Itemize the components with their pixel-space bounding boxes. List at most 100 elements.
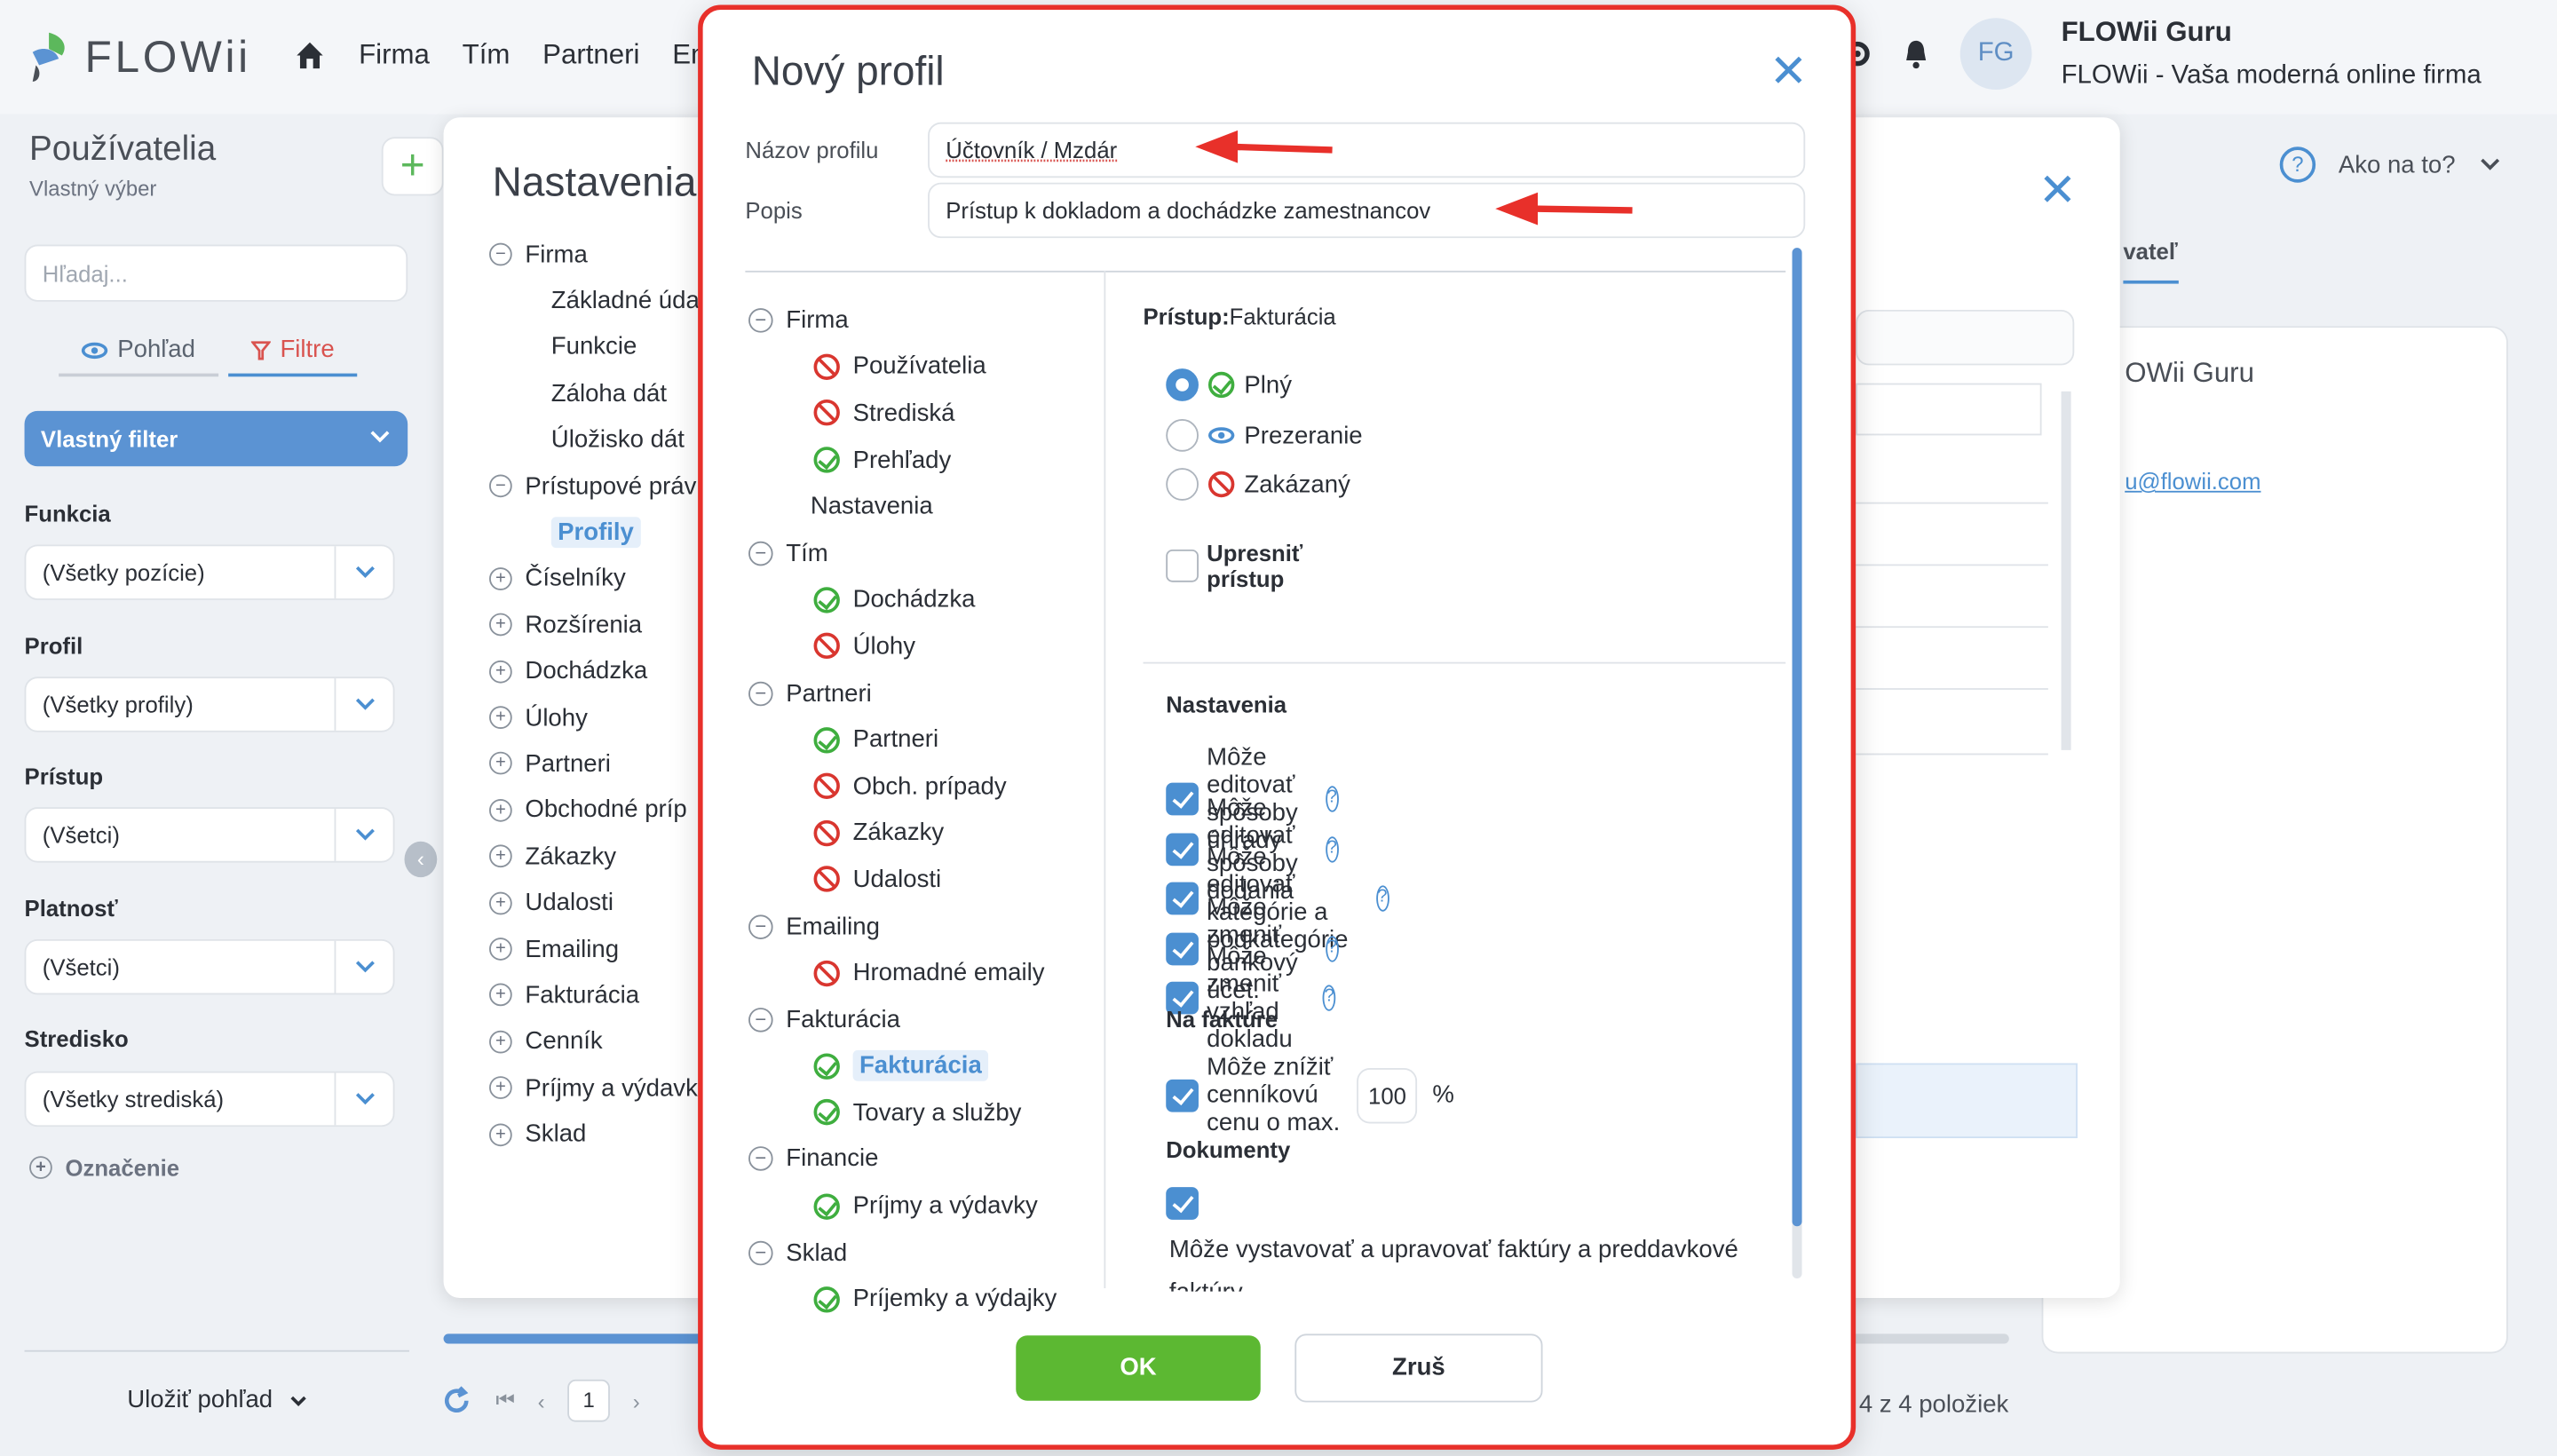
cancel-button[interactable]: Zruš (1294, 1333, 1543, 1403)
settings-tree-item[interactable]: + Sklad (489, 1112, 700, 1158)
refresh-icon[interactable] (440, 1384, 473, 1417)
permission-item[interactable]: Fakturácia (748, 1043, 1057, 1090)
settings-tree-item[interactable]: + Cenník (489, 1018, 700, 1064)
expand-icon[interactable]: + (489, 567, 512, 590)
expand-icon[interactable]: + (489, 984, 512, 1008)
expand-icon[interactable]: + (489, 613, 512, 637)
first-page-icon[interactable]: ⏮ (495, 1388, 514, 1413)
collapse-icon[interactable]: − (748, 1147, 773, 1172)
settings-tree-item[interactable]: − Prístupové práv (489, 463, 700, 510)
settings-tree-item[interactable]: + Fakturácia (489, 972, 700, 1018)
collapse-sidebar-handle[interactable]: ‹ (404, 841, 438, 878)
settings-tree-item[interactable]: + Partneri (489, 740, 700, 787)
filter-select-platnost[interactable]: (Všetci) (24, 938, 395, 995)
checkbox[interactable] (1166, 549, 1199, 582)
setting-price-reduction[interactable]: Môže znížiť cenníkovú cenu o max. 100 % (1166, 1054, 1454, 1136)
setting-documents-checkbox[interactable] (1166, 1187, 1199, 1220)
avatar[interactable]: FG (1959, 18, 2032, 91)
collapse-icon[interactable]: − (489, 243, 512, 266)
home-icon[interactable] (294, 39, 327, 72)
expand-icon[interactable]: + (489, 844, 512, 868)
permission-group[interactable]: − Emailing (748, 903, 1057, 950)
filter-select-stredisko[interactable]: (Všetky strediská) (24, 1071, 395, 1128)
collapse-icon[interactable]: − (748, 307, 773, 333)
collapse-icon[interactable]: − (748, 541, 773, 566)
expand-icon[interactable]: + (489, 1030, 512, 1054)
settings-tree-item[interactable]: + Zákazky (489, 834, 700, 880)
close-icon[interactable]: ✕ (1769, 48, 1808, 94)
permission-group[interactable]: − Tím (748, 530, 1057, 577)
permission-item[interactable]: Tovary a služby (748, 1089, 1057, 1136)
search-input[interactable]: Hľadaj... (24, 244, 408, 302)
custom-filter-select[interactable]: Vlastný filter (24, 410, 408, 467)
settings-tree-item[interactable]: + Emailing (489, 926, 700, 972)
help-icon[interactable]: ? (1322, 985, 1336, 1011)
help-link[interactable]: ? Ako na to? (2279, 146, 2501, 183)
permission-group[interactable]: − Sklad (748, 1230, 1057, 1277)
settings-tree-item[interactable]: + Obchodné príp (489, 787, 700, 834)
settings-tree-item[interactable]: − Firma (489, 232, 700, 278)
expand-icon[interactable]: + (489, 798, 512, 822)
nav-tim[interactable]: Tím (463, 39, 511, 72)
collapse-icon[interactable]: − (748, 914, 773, 939)
add-button[interactable]: + (381, 137, 444, 196)
next-page-icon[interactable]: › (633, 1389, 640, 1413)
profile-desc-input[interactable]: Prístup k dokladom a dochádzke zamestnan… (928, 182, 1806, 239)
expand-icon[interactable]: + (489, 1122, 512, 1146)
settings-tree-item[interactable]: Záloha dát (489, 370, 700, 416)
ok-button[interactable]: OK (1016, 1335, 1261, 1401)
collapse-icon[interactable]: − (748, 1240, 773, 1265)
checkbox[interactable] (1166, 1187, 1199, 1220)
tab-filters[interactable]: Filtre (227, 336, 358, 377)
radio-button[interactable] (1166, 468, 1199, 501)
settings-tree-item[interactable]: + Príjmy a výdavk (489, 1064, 700, 1111)
settings-tree-item[interactable]: Úložisko dát (489, 416, 700, 463)
vertical-scrollbar[interactable] (1792, 248, 1802, 1278)
settings-tree-item[interactable]: + Rozšírenia (489, 602, 700, 648)
profile-name-input[interactable]: Účtovník / Mzdár (928, 122, 1806, 178)
settings-field[interactable] (1856, 383, 2042, 436)
permission-item[interactable]: Partneri (748, 716, 1057, 764)
radio-button[interactable] (1166, 419, 1199, 452)
collapse-icon[interactable]: − (489, 474, 512, 498)
radio-button[interactable] (1166, 368, 1199, 401)
scrollbar-thumb[interactable] (1792, 248, 1802, 1227)
permission-item[interactable]: Zákazky (748, 810, 1057, 857)
scrollbar-thumb[interactable] (443, 1333, 738, 1344)
expand-icon[interactable]: + (489, 660, 512, 684)
filter-select-profil[interactable]: (Všetky profily) (24, 677, 395, 732)
permission-item[interactable]: Prehľady (748, 437, 1057, 484)
help-icon[interactable]: ? (1375, 885, 1389, 912)
prev-page-icon[interactable]: ‹ (538, 1389, 545, 1413)
permission-item[interactable]: Príjmy a výdavky (748, 1183, 1057, 1230)
permission-item[interactable]: Strediská (748, 390, 1057, 437)
radio-denied[interactable]: Zakázaný (1166, 468, 1350, 501)
permission-group[interactable]: − Fakturácia (748, 996, 1057, 1043)
permission-item[interactable]: Hromadné emaily (748, 950, 1057, 997)
logo[interactable]: FLOWii (26, 29, 250, 84)
permission-item[interactable]: Obch. prípady (748, 763, 1057, 810)
setting-document-look[interactable]: Môže zmeniť vzhľad dokladu ? (1166, 943, 1336, 1054)
permission-item[interactable]: Úlohy (748, 623, 1057, 670)
permission-item[interactable]: Nastavenia (748, 483, 1057, 530)
expand-icon[interactable]: + (489, 891, 512, 914)
bell-icon[interactable] (1902, 37, 1931, 70)
vertical-scrollbar[interactable] (2061, 391, 2071, 750)
tab-view[interactable]: Pohľad (59, 336, 218, 377)
marking-add[interactable]: + Označenie (29, 1154, 179, 1181)
permission-item[interactable]: Používatelia (748, 344, 1057, 391)
settings-field[interactable] (1856, 309, 2075, 366)
checkbox[interactable] (1166, 1078, 1199, 1112)
settings-tree-item[interactable]: + Udalosti (489, 880, 700, 926)
page-number[interactable]: 1 (567, 1379, 611, 1422)
settings-tree-item[interactable]: + Dochádzka (489, 648, 700, 694)
expand-icon[interactable]: + (489, 938, 512, 961)
user-info[interactable]: FLOWii Guru FLOWii - Vaša moderná online… (2062, 16, 2482, 91)
settings-tree-item[interactable]: Funkcie (489, 324, 700, 370)
nav-partneri[interactable]: Partneri (542, 39, 639, 72)
refine-access-checkbox[interactable]: Upresniť prístup (1166, 540, 1335, 592)
tab-user-partial[interactable]: vateľ (2123, 238, 2179, 284)
nav-firma[interactable]: Firma (359, 39, 430, 72)
card-user-email[interactable]: u@flowii.com (2125, 468, 2260, 494)
filter-select-pristup[interactable]: (Všetci) (24, 807, 395, 863)
